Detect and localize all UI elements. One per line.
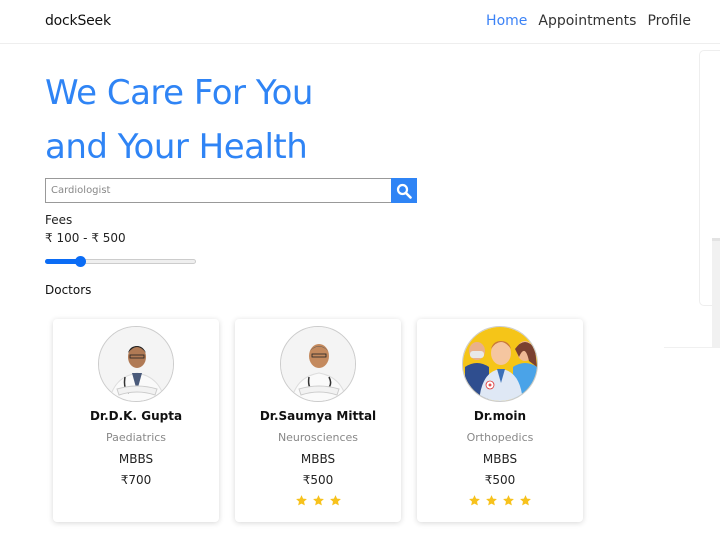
doctor-fee: ₹500 [484,473,516,487]
doctor-degree: MBBS [300,452,336,466]
doctor-rating [417,494,583,507]
doctor-avatar [98,326,174,402]
star-icon [295,495,307,506]
doctor-fee: ₹500 [302,473,334,487]
doctor-specialty: Orthopedics [466,431,534,444]
doctor-illustration-icon [463,327,537,401]
hero-line-1: We Care For You [45,73,313,113]
divider [664,347,720,348]
doctor-card[interactable]: Dr.D.K. Gupta Paediatrics MBBS ₹700 [53,319,219,522]
doctor-card[interactable]: Dr.Saumya Mittal Neurosciences MBBS ₹500 [235,319,401,522]
search-icon [396,183,412,199]
doctor-specialty: Neurosciences [277,431,359,444]
fees-label: Fees [45,213,73,227]
search-button[interactable] [391,178,417,203]
nav-home-link[interactable]: Home [486,13,527,29]
star-icon [329,495,341,506]
search-bar [45,178,417,203]
hero-line-2: and Your Health [45,127,308,167]
star-icon [520,495,531,506]
doctor-fee: ₹700 [120,473,152,487]
offscreen-scrollbar[interactable] [712,238,720,348]
doctor-card[interactable]: Dr.moin Orthopedics MBBS ₹500 [417,319,583,522]
doctor-avatar [462,326,538,402]
doctor-name: Dr.D.K. Gupta [89,409,183,423]
slider-thumb[interactable] [74,256,86,267]
doctor-card-list: Dr.D.K. Gupta Paediatrics MBBS ₹700 Dr.S… [53,319,583,522]
doctor-degree: MBBS [482,452,518,466]
doctor-name: Dr.Saumya Mittal [259,409,377,423]
doctor-rating [235,494,401,507]
star-icon [312,495,324,506]
brand-logo[interactable]: dockSeek [45,13,111,29]
nav-appointments-link[interactable]: Appointments [538,13,636,29]
star-icon [503,495,514,506]
search-input[interactable] [45,178,391,203]
doctor-specialty: Paediatrics [105,431,167,444]
doctors-section-title: Doctors [45,283,92,297]
star-icon [486,495,497,506]
fees-slider[interactable] [45,256,196,267]
doctor-name: Dr.moin [473,409,527,423]
doctor-photo-icon [281,327,355,401]
doctor-photo-icon [99,327,173,401]
fees-range-text: ₹ 100 - ₹ 500 [45,231,126,245]
doctor-avatar [280,326,356,402]
nav-profile-link[interactable]: Profile [647,13,691,29]
doctor-degree: MBBS [118,452,154,466]
navbar: dockSeek Home Appointments Profile [0,0,720,44]
nav-links: Home Appointments Profile [486,13,691,29]
hero-heading: We Care For You and Your Health [45,66,313,174]
star-icon [469,495,480,506]
